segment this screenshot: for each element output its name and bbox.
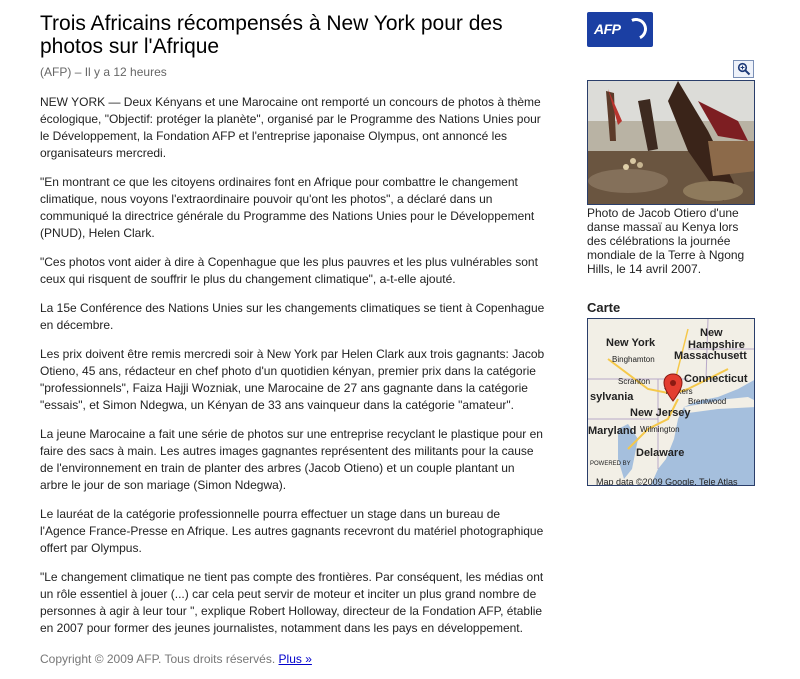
map-label-new-york: New York [606, 337, 656, 349]
byline: (AFP) – Il y a 12 heures [40, 65, 545, 79]
map-label-binghamton: Binghamton [612, 355, 655, 364]
map-label-delaware: Delaware [636, 447, 685, 459]
paragraph: La 15e Conférence des Nations Unies sur … [40, 301, 545, 332]
paragraph: Les prix doivent être remis mercredi soi… [40, 347, 545, 412]
map-marker-icon[interactable] [663, 373, 683, 403]
map[interactable]: New Hampshire New York Massachusett Bing… [587, 318, 755, 486]
map-label-maryland: Maryland [588, 425, 637, 437]
article-title: Trois Africains récompensés à New York p… [40, 12, 503, 58]
map-label-massachusetts: Massachusett [674, 350, 747, 362]
photo-caption: Photo de Jacob Otiero d'une danse massaï… [587, 206, 745, 276]
map-label-new-hampshire-1: New [700, 327, 723, 339]
article: Trois Africains récompensés à New York p… [40, 12, 545, 666]
copyright-text: Copyright © 2009 AFP. Tous droits réserv… [40, 652, 276, 666]
paragraph: "En montrant ce que les citoyens ordinai… [40, 175, 535, 240]
afp-logo-text: AFP [594, 21, 621, 37]
map-label-scranton: Scranton [618, 377, 651, 386]
map-label-wilmington: Wilmington [640, 425, 680, 434]
zoom-button[interactable] [733, 60, 754, 78]
map-label-brentwood: Brentwood [688, 397, 727, 406]
sidebar: AFP Photo de Jacob Otiero d'une danse ma… [587, 12, 757, 486]
article-body: NEW YORK — Deux Kényans et une Marocaine… [40, 94, 545, 637]
paragraph: Le lauréat de la catégorie professionnel… [40, 507, 544, 555]
afp-logo[interactable]: AFP [587, 12, 653, 47]
afp-logo-arc [621, 14, 651, 44]
map-label-connecticut: Connecticut [684, 373, 748, 385]
paragraph: La jeune Marocaine a fait une série de p… [40, 427, 543, 492]
more-link[interactable]: Plus » [279, 652, 312, 666]
footer: Copyright © 2009 AFP. Tous droits réserv… [40, 652, 545, 666]
paragraph: "Ces photos vont aider à dire à Copenhag… [40, 255, 538, 286]
map-label-pennsylvania: sylvania [590, 391, 634, 403]
timestamp: – Il y a 12 heures [74, 65, 167, 79]
news-photo[interactable] [587, 80, 755, 205]
map-data-credit: Map data ©2009 Google, Tele Atlas [596, 477, 738, 486]
magnifier-icon [737, 62, 750, 76]
source-label: (AFP) [40, 65, 72, 79]
map-title: Carte [587, 300, 621, 315]
photo-scene [588, 81, 754, 204]
map-label-powered: POWERED BY [590, 461, 631, 467]
map-label-new-jersey: New Jersey [630, 407, 691, 419]
paragraph: NEW YORK — Deux Kényans et une Marocaine… [40, 95, 541, 160]
paragraph: "Le changement climatique ne tient pas c… [40, 570, 544, 635]
